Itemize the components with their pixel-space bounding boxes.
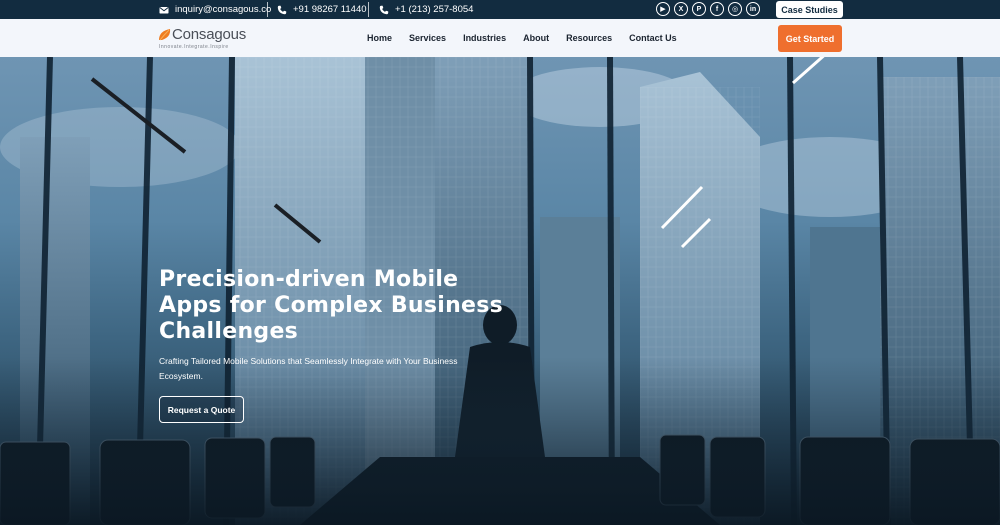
instagram-icon[interactable]: ◎	[728, 2, 742, 16]
phone-us-contact[interactable]: +1 (213) 257-8054	[379, 0, 473, 19]
case-studies-button[interactable]: Case Studies	[776, 1, 843, 18]
nav-contact-us[interactable]: Contact Us	[629, 33, 677, 43]
request-quote-button[interactable]: Request a Quote	[159, 396, 244, 423]
logo-leaf-icon	[159, 29, 171, 41]
pinterest-icon[interactable]: P	[692, 2, 706, 16]
divider	[267, 2, 268, 17]
nav-home[interactable]: Home	[367, 33, 392, 43]
hero-subtitle: Crafting Tailored Mobile Solutions that …	[159, 356, 458, 381]
youtube-icon[interactable]: ▶	[656, 2, 670, 16]
phone-india-text[interactable]: +91 98267 11440	[293, 4, 367, 15]
hero-section: Precision-driven Mobile Apps for Complex…	[0, 57, 1000, 525]
phone-india-contact[interactable]: +91 98267 11440	[277, 0, 367, 19]
hero-title: Precision-driven Mobile Apps for Complex…	[159, 267, 504, 344]
email-text[interactable]: inquiry@consagous.co	[175, 4, 271, 15]
nav-about[interactable]: About	[523, 33, 549, 43]
site-header: Consagous Innovate.Integrate.Inspire Hom…	[0, 19, 1000, 57]
top-bar: inquiry@consagous.co +91 98267 11440 +1 …	[0, 0, 1000, 19]
divider	[368, 2, 369, 17]
email-contact[interactable]: inquiry@consagous.co	[159, 0, 271, 19]
social-links: ▶ X P f ◎ in	[656, 2, 760, 16]
nav-services[interactable]: Services	[409, 33, 446, 43]
mail-icon	[159, 6, 169, 13]
get-started-button[interactable]: Get Started	[778, 25, 842, 52]
main-nav: Home Services Industries About Resources…	[367, 19, 694, 57]
phone-icon	[379, 5, 389, 14]
logo-tagline: Innovate.Integrate.Inspire	[159, 44, 229, 50]
facebook-icon[interactable]: f	[710, 2, 724, 16]
linkedin-icon[interactable]: in	[746, 2, 760, 16]
x-icon[interactable]: X	[674, 2, 688, 16]
phone-icon	[277, 5, 287, 14]
logo-wordmark: Consagous	[172, 26, 247, 43]
phone-us-text[interactable]: +1 (213) 257-8054	[395, 4, 473, 15]
nav-resources[interactable]: Resources	[566, 33, 612, 43]
nav-industries[interactable]: Industries	[463, 33, 506, 43]
